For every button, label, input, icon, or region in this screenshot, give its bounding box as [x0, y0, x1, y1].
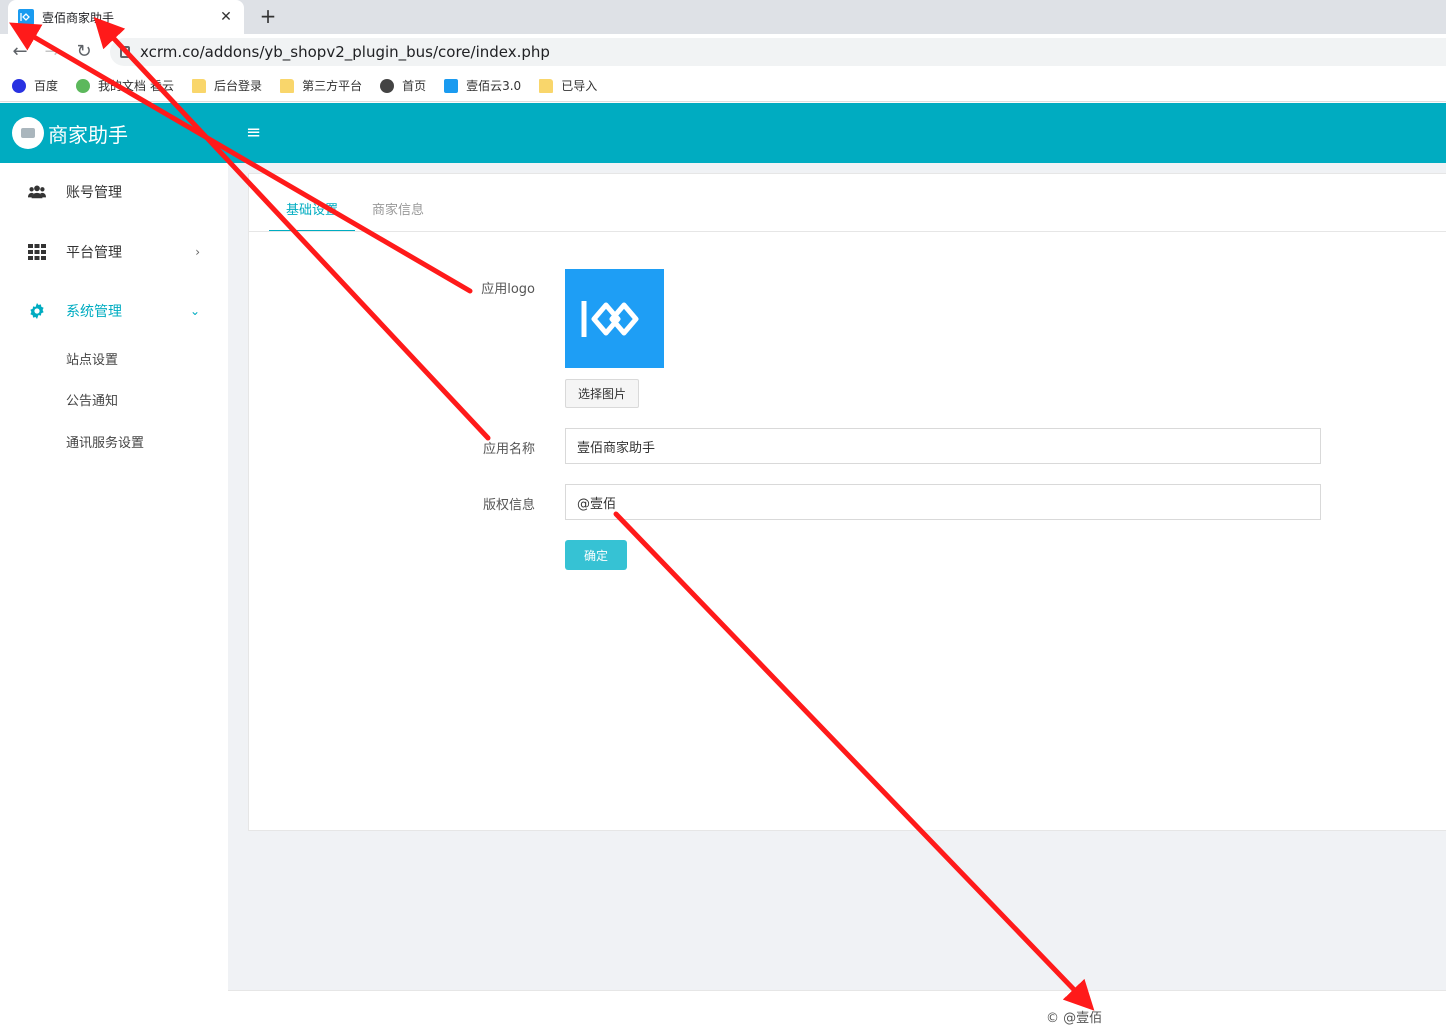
bookmark-item[interactable]: 后台登录 — [192, 77, 262, 94]
folder-icon — [192, 78, 207, 93]
footer-copyright: © @壹佰 — [1046, 1011, 1103, 1026]
bookmark-item[interactable]: 百度 — [12, 77, 58, 94]
bookmark-item[interactable]: 已导入 — [539, 77, 597, 94]
folder-icon — [539, 78, 554, 93]
tab-merchant-info[interactable]: 商家信息 — [355, 196, 441, 232]
settings-tabs: 基础设置 商家信息 — [269, 196, 441, 232]
globe-icon — [380, 78, 395, 93]
sidebar-item-system[interactable]: 系统管理 ⌄ — [0, 291, 228, 331]
app-header: 商家助手 ≡ — [0, 103, 1446, 163]
chevron-right-icon: › — [195, 245, 200, 259]
menu-toggle-icon[interactable]: ≡ — [246, 121, 262, 145]
sidebar: 账号管理 平台管理 › 系统管理 ⌄ 站点设置 公告通知 通讯服务设置 — [0, 163, 228, 1034]
browser-tab-title: 壹佰商家助手 — [42, 10, 115, 25]
yb-favicon-icon — [18, 9, 34, 25]
bookmark-item[interactable]: 壹佰云3.0 — [444, 77, 521, 94]
sidebar-item-platform[interactable]: 平台管理 › — [0, 232, 228, 272]
chevron-down-icon: ⌄ — [189, 304, 200, 318]
cloud-icon — [76, 78, 91, 93]
settings-card: 基础设置 商家信息 应用logo 选择图片 应用名称 版权信息 确定 — [248, 173, 1446, 831]
brand-name: 商家助手 — [48, 122, 128, 147]
grid-icon — [28, 243, 46, 261]
gear-icon — [28, 302, 46, 320]
bookmarks-bar: 百度 我的文档 看云 后台登录 第三方平台 首页 壹佰云3.0 已导入 — [0, 70, 1446, 102]
forward-icon[interactable]: → — [42, 42, 62, 62]
bookmark-item[interactable]: 第三方平台 — [280, 77, 362, 94]
folder-icon — [280, 78, 295, 93]
sidebar-item-accounts[interactable]: 账号管理 — [0, 172, 228, 212]
sidebar-subitem-announcements[interactable]: 公告通知 — [66, 390, 118, 409]
address-bar[interactable]: xcrm.co/addons/yb_shopv2_plugin_bus/core… — [110, 38, 1446, 66]
bookmark-item[interactable]: 我的文档 — [76, 77, 146, 94]
close-icon[interactable]: ✕ — [218, 9, 234, 25]
users-icon — [28, 183, 46, 201]
app-name-input[interactable] — [565, 428, 1321, 464]
info-icon[interactable] — [120, 46, 130, 58]
submit-button[interactable]: 确定 — [565, 540, 627, 570]
tab-basic-settings[interactable]: 基础设置 — [269, 196, 356, 232]
copyright-input[interactable] — [565, 484, 1321, 520]
sidebar-subitem-site-settings[interactable]: 站点设置 — [66, 349, 118, 368]
sidebar-subitem-messaging-settings[interactable]: 通讯服务设置 — [66, 432, 144, 451]
brand: 商家助手 — [0, 103, 228, 163]
pick-image-button[interactable]: 选择图片 — [565, 379, 639, 408]
browser-toolbar: ← → ↻ xcrm.co/addons/yb_shopv2_plugin_bu… — [0, 34, 1446, 70]
browser-tabstrip: 壹佰商家助手 ✕ + — [0, 0, 1446, 34]
bookmark-item[interactable]: 首页 — [380, 77, 426, 94]
browser-tab[interactable]: 壹佰商家助手 ✕ — [8, 0, 244, 34]
app-logo-icon — [581, 300, 638, 337]
reload-icon[interactable]: ↻ — [74, 42, 94, 62]
app-name-label: 应用名称 — [482, 442, 535, 457]
copyright-label: 版权信息 — [482, 498, 535, 513]
new-tab-icon[interactable]: + — [258, 6, 278, 26]
app-logo-image — [565, 269, 664, 368]
back-icon[interactable]: ← — [10, 42, 30, 62]
logo-label: 应用logo — [481, 282, 535, 297]
bookmark-item[interactable]: 看云 — [150, 77, 174, 94]
tabs-divider — [249, 231, 1446, 232]
baidu-icon — [12, 78, 26, 93]
main-content: 基础设置 商家信息 应用logo 选择图片 应用名称 版权信息 确定 — [228, 163, 1446, 990]
footer: © @壹佰 — [228, 990, 1446, 1034]
yb-icon — [444, 78, 459, 93]
url-text: xcrm.co/addons/yb_shopv2_plugin_bus/core… — [140, 43, 550, 61]
brand-logo-icon — [12, 117, 44, 149]
